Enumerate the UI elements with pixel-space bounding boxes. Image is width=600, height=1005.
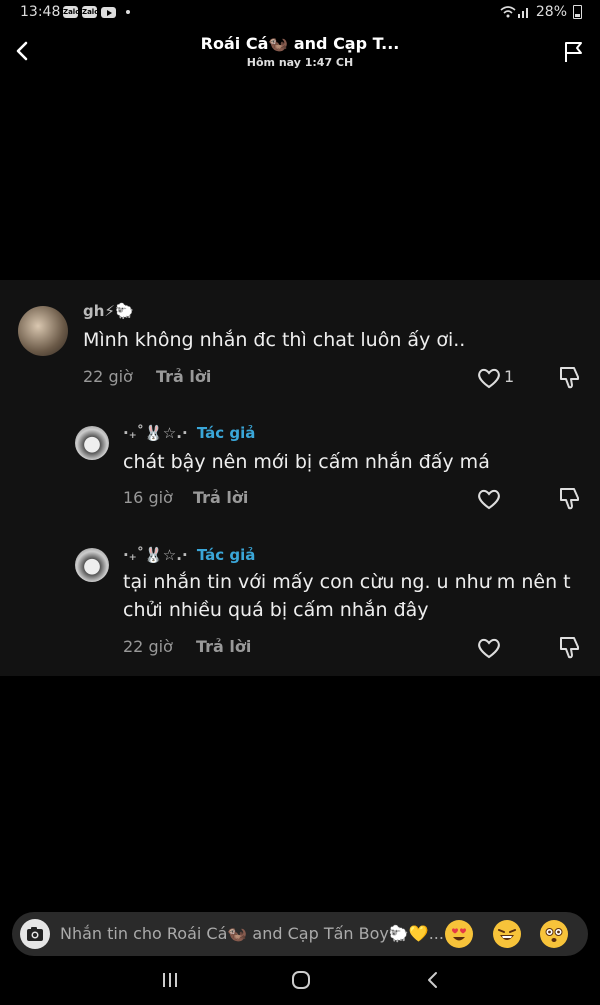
notification-icons: Zalo Zalo <box>63 6 130 18</box>
avatar[interactable] <box>75 426 109 460</box>
message-input[interactable]: Nhắn tin cho Roái Cá🦦 and Cạp Tấn Boy🐑💛.… <box>60 924 444 943</box>
laugh-emoji[interactable] <box>493 920 521 948</box>
youtube-icon <box>101 6 116 18</box>
comment-username[interactable]: ·₊˚🐰☆.· Tác giả <box>123 424 255 442</box>
like-count: 1 <box>504 367 515 386</box>
shared-comment-thread: gh⚡🐑 Mình không nhắn đc thì chat luôn ấy… <box>0 280 600 676</box>
system-nav-bar <box>0 960 600 1005</box>
camera-button[interactable] <box>20 919 50 949</box>
message-composer[interactable]: Nhắn tin cho Roái Cá🦦 and Cạp Tấn Boy🐑💛.… <box>12 912 588 956</box>
comment-time: 22 giờ <box>123 637 173 656</box>
flag-icon[interactable] <box>562 40 586 64</box>
author-badge: Tác giả <box>196 546 256 564</box>
shocked-emoji[interactable] <box>540 920 568 948</box>
system-indicators: 28% <box>500 4 582 20</box>
zalo-icon: Zalo <box>82 6 100 18</box>
reply-button[interactable]: Trả lời <box>196 637 251 656</box>
comment-username[interactable]: gh⚡🐑 <box>83 302 134 320</box>
battery-icon <box>573 5 582 19</box>
heart-icon[interactable] <box>476 487 502 511</box>
home-icon[interactable] <box>291 970 311 990</box>
dislike-icon[interactable] <box>557 634 583 660</box>
avatar[interactable] <box>75 548 109 582</box>
avatar[interactable] <box>18 306 68 356</box>
reply-button[interactable]: Trả lời <box>156 367 211 386</box>
username-text: ·₊˚🐰☆.· <box>123 546 188 564</box>
chat-title[interactable]: Roái Cá🦦 and Cạp T... <box>150 34 450 53</box>
comment-text-line-2: chửi nhiều quá bị cấm nhắn đây <box>123 599 429 621</box>
comment-text: chát bậy nên mới bị cấm nhắn đấy má <box>123 451 490 473</box>
dislike-icon[interactable] <box>557 485 583 511</box>
heart-eyes-emoji[interactable] <box>445 920 473 948</box>
camera-icon <box>27 927 43 941</box>
comment-time: 16 giờ <box>123 488 173 507</box>
chat-header: Roái Cá🦦 and Cạp T... Hôm nay 1:47 CH <box>0 26 600 76</box>
battery-percent: 28% <box>535 4 567 20</box>
comment-text-line-1: tại nhắn tin với mấy con cừu ng. u như m… <box>123 571 571 593</box>
author-badge: Tác giả <box>196 424 256 442</box>
comment-time: 22 giờ <box>83 367 133 386</box>
zalo-icon: Zalo <box>63 6 81 18</box>
more-notifications-icon <box>126 10 130 14</box>
comment-username[interactable]: ·₊˚🐰☆.· Tác giả <box>123 546 255 564</box>
reply-button[interactable]: Trả lời <box>193 488 248 507</box>
back-icon[interactable] <box>8 36 38 66</box>
heart-icon[interactable] <box>476 636 502 660</box>
username-text: ·₊˚🐰☆.· <box>123 424 188 442</box>
back-nav-icon[interactable] <box>423 970 443 990</box>
chat-timestamp: Hôm nay 1:47 CH <box>246 56 354 69</box>
wifi-signal-icon <box>500 6 528 18</box>
dislike-icon[interactable] <box>557 364 583 390</box>
status-bar: 13:48 Zalo Zalo 28% <box>0 0 600 26</box>
status-time: 13:48 <box>20 4 61 20</box>
recents-icon[interactable] <box>160 970 180 990</box>
comment-text: Mình không nhắn đc thì chat luôn ấy ơi.. <box>83 329 466 351</box>
heart-icon[interactable] <box>476 366 502 390</box>
